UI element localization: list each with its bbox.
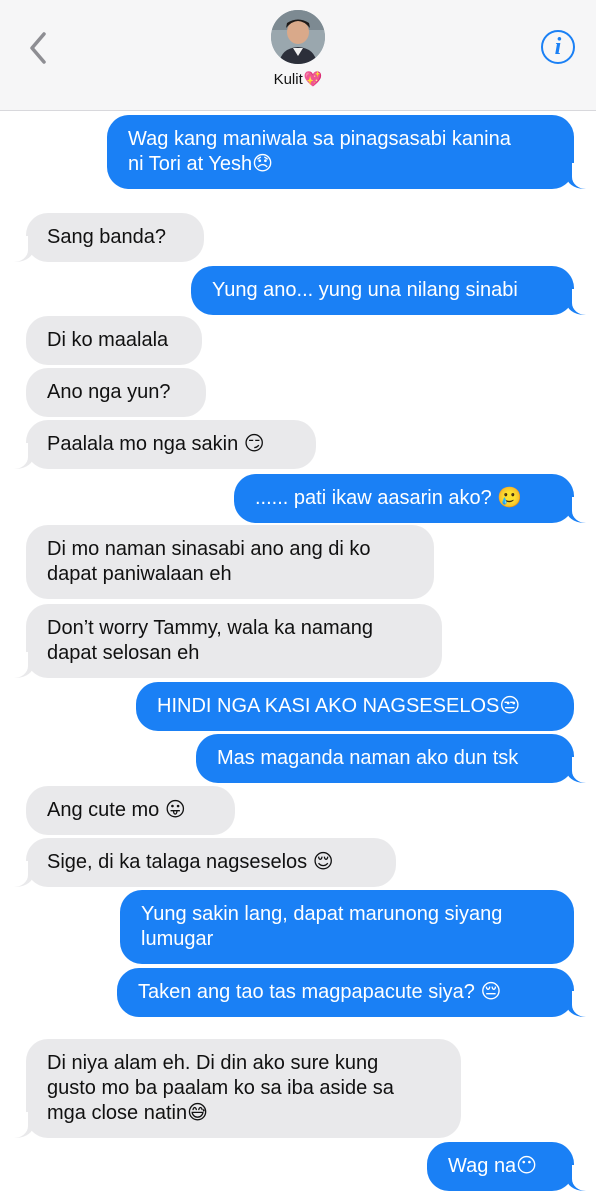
message-line: ...... pati ikaw aasarin ako? 🥲 xyxy=(255,487,523,509)
message-line: HINDI NGA KASI AKO NAGSESELOS😒 xyxy=(157,695,521,717)
message-bubble-received[interactable]: Di ko maalala xyxy=(26,316,202,365)
message-line: dapat selosan eh xyxy=(47,642,200,664)
bubble-tail xyxy=(566,289,592,315)
heart-emoji: 💖 xyxy=(303,71,323,88)
message-bubble-sent[interactable]: Taken ang tao tas magpapacute siya? 😔 xyxy=(117,968,574,1017)
message-line: Sang banda? xyxy=(47,226,167,248)
message-line: ni Tori at Yesh😞 xyxy=(128,153,274,175)
bubble-tail xyxy=(8,652,34,678)
message-bubble-sent[interactable]: HINDI NGA KASI AKO NAGSESELOS😒 xyxy=(136,682,574,731)
message-line: lumugar xyxy=(141,928,214,950)
message-line: Di mo naman sinasabi ano ang di ko xyxy=(47,538,371,560)
message-bubble-received[interactable]: Di mo naman sinasabi ano ang di ko dapat… xyxy=(26,525,434,599)
chevron-left-icon[interactable] xyxy=(22,28,56,68)
bubble-tail xyxy=(566,991,592,1017)
bubble-tail xyxy=(566,757,592,783)
message-line: Ano nga yun? xyxy=(47,381,171,403)
message-line: Mas maganda naman ako dun tsk xyxy=(217,747,519,769)
message-bubble-received[interactable]: Ano nga yun? xyxy=(26,368,206,417)
message-line: Sige, di ka talaga nagseselos 😌 xyxy=(47,851,334,873)
message-bubble-sent[interactable]: Yung sakin lang, dapat marunong siyang l… xyxy=(120,890,574,964)
bubble-tail xyxy=(566,163,592,189)
message-line: Yung ano... yung una nilang sinabi xyxy=(212,279,518,301)
bubble-tail xyxy=(8,236,34,262)
message-bubble-received[interactable]: Don’t worry Tammy, wala ka namang dapat … xyxy=(26,604,442,678)
message-line: Yung sakin lang, dapat marunong siyang xyxy=(141,903,503,925)
message-line: mga close natin😅 xyxy=(47,1102,208,1124)
contact-name-text: Kulit xyxy=(273,71,303,88)
message-line: Wag kang maniwala sa pinagsasabi kanina xyxy=(128,128,511,150)
message-bubble-received[interactable]: Sang banda? xyxy=(26,213,204,262)
message-line: gusto mo ba paalam ko sa iba aside sa xyxy=(47,1077,394,1099)
message-bubble-sent[interactable]: Mas maganda naman ako dun tsk xyxy=(196,734,574,783)
message-bubble-sent[interactable]: Wag na😶 xyxy=(427,1142,574,1191)
bubble-tail xyxy=(566,1165,592,1191)
bubble-tail xyxy=(8,443,34,469)
message-line: dapat paniwalaan eh xyxy=(47,563,232,585)
message-line: Don’t worry Tammy, wala ka namang xyxy=(47,617,374,639)
conversation-header: Kulit💖 i xyxy=(0,0,596,111)
message-line: Di niya alam eh. Di din ako sure kung xyxy=(47,1052,379,1074)
bubble-tail xyxy=(8,1112,34,1138)
bubble-tail xyxy=(566,497,592,523)
message-bubble-sent[interactable]: Yung ano... yung una nilang sinabi xyxy=(191,266,574,315)
message-bubble-sent[interactable]: Wag kang maniwala sa pinagsasabi kanina … xyxy=(107,115,574,189)
info-icon[interactable]: i xyxy=(541,30,575,64)
contact-name[interactable]: Kulit💖 xyxy=(0,70,596,88)
message-bubble-received[interactable]: Sige, di ka talaga nagseselos 😌 xyxy=(26,838,396,887)
message-bubble-sent[interactable]: ...... pati ikaw aasarin ako? 🥲 xyxy=(234,474,574,523)
bubble-tail xyxy=(8,861,34,887)
message-line: Taken ang tao tas magpapacute siya? 😔 xyxy=(138,981,502,1003)
message-bubble-received[interactable]: Ang cute mo 😛 xyxy=(26,786,235,835)
contact-avatar[interactable] xyxy=(271,10,325,64)
message-bubble-received[interactable]: Paalala mo nga sakin 😏 xyxy=(26,420,316,469)
message-line: Ang cute mo 😛 xyxy=(47,799,186,821)
message-line: Paalala mo nga sakin 😏 xyxy=(47,433,265,455)
message-line: Di ko maalala xyxy=(47,329,169,351)
message-bubble-received[interactable]: Di niya alam eh. Di din ako sure kung gu… xyxy=(26,1039,461,1138)
message-line: Wag na😶 xyxy=(448,1155,538,1177)
